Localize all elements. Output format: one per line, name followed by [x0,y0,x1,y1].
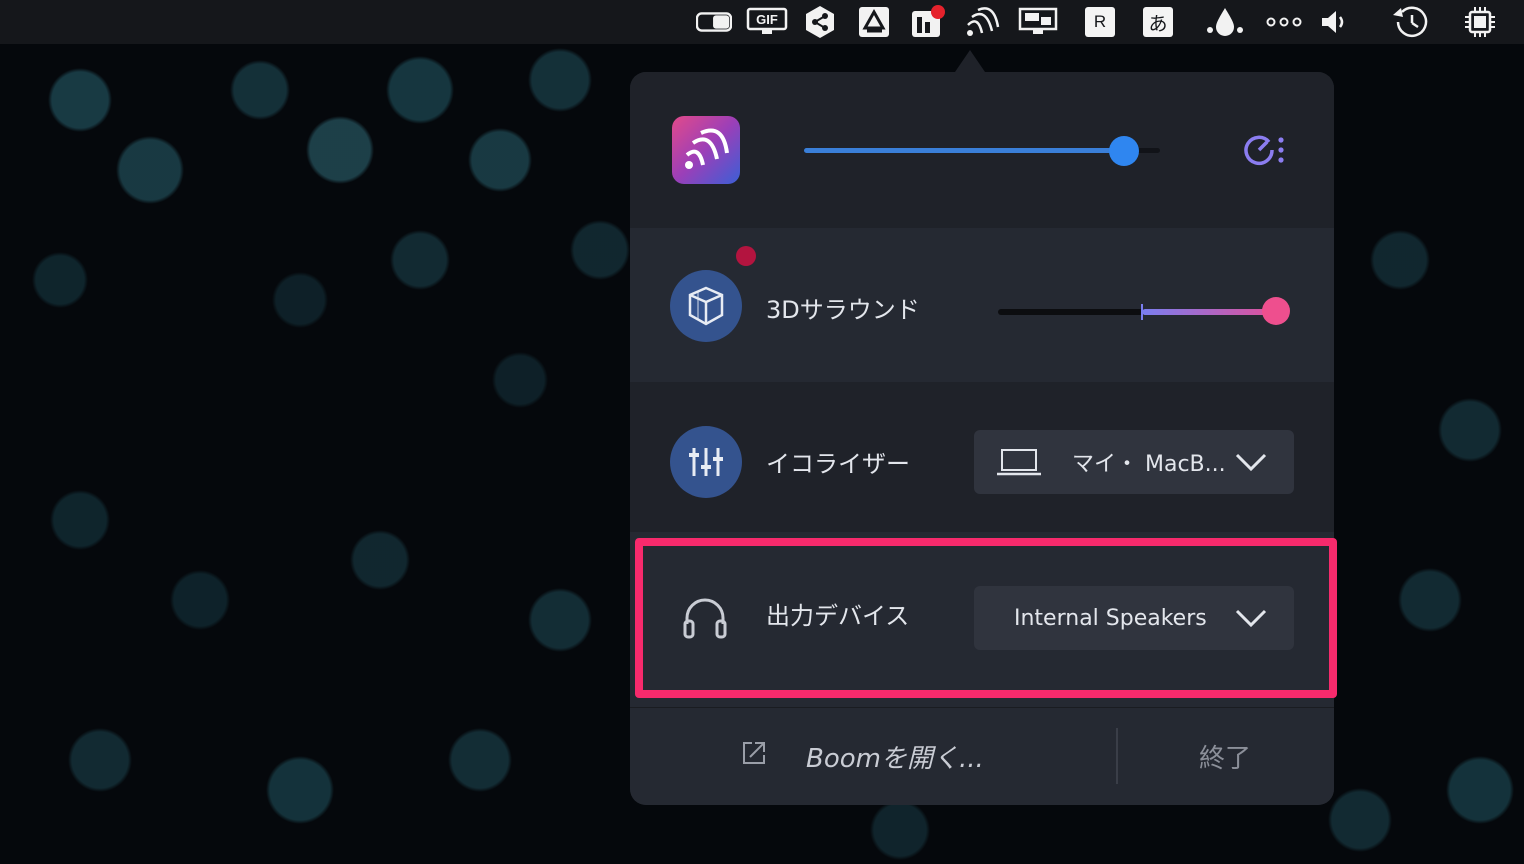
boom-icon[interactable] [964,6,1000,38]
surround-row: 3Dサラウンド [630,228,1334,382]
gif-screen-icon[interactable]: GIF [746,6,788,38]
input-label: あ [1143,7,1173,37]
speaker-icon[interactable] [1316,6,1352,38]
toggle-icon[interactable] [696,6,732,38]
equalizer-row: イコライザー マイ・ MacB... [630,382,1334,532]
open-boom-label: Boomを開く... [806,743,984,774]
volume-knob[interactable] [1109,136,1139,166]
r-label: R [1085,7,1115,37]
highlight-box [635,538,1337,698]
drive-icon[interactable] [856,6,892,38]
surround-slider-track[interactable] [998,297,1290,325]
surround-label: 3Dサラウンド [766,296,920,324]
volume-fill [804,148,1124,153]
surround-badge [736,246,756,266]
boom-app-logo[interactable] [672,116,740,184]
more-dots-icon[interactable] [1264,6,1304,38]
surround-knob[interactable] [1262,297,1290,325]
volume-slider[interactable] [804,136,1160,166]
equalizer-label: イコライザー [766,450,910,478]
time-machine-icon[interactable] [1390,6,1430,38]
popover-pointer [955,50,985,72]
equalizer-icon[interactable] [670,426,742,498]
share-hex-icon[interactable] [802,6,838,38]
settings-menu-icon[interactable] [1238,130,1290,170]
japanese-input-icon[interactable]: あ [1140,6,1176,38]
footer-divider [1116,728,1118,784]
cube-icon[interactable] [670,270,742,342]
external-open-icon [740,739,768,774]
surround-fill [1142,309,1276,315]
equalizer-preset-dropdown[interactable]: マイ・ MacB... [974,430,1294,494]
r-icon[interactable]: R [1082,6,1118,38]
equalizer-preset-text: マイ・ MacB... [1072,452,1226,477]
display-icon[interactable] [1018,6,1058,38]
volume-row [630,72,1334,228]
footer-row: Boomを開く... 終了 [630,707,1334,805]
open-boom-button[interactable]: Boomを開く... [740,728,984,784]
menu-bar: GIF R あ [0,0,1524,44]
cpu-icon[interactable] [1462,6,1498,38]
notes-app-icon[interactable] [910,5,946,38]
chevron-down-icon [1235,453,1267,472]
quit-label: 終了 [1198,743,1251,774]
laptop-icon [996,447,1042,477]
droplet-icon[interactable] [1204,6,1246,38]
quit-button[interactable]: 終了 [1150,728,1300,784]
gif-label: GIF [756,12,778,27]
